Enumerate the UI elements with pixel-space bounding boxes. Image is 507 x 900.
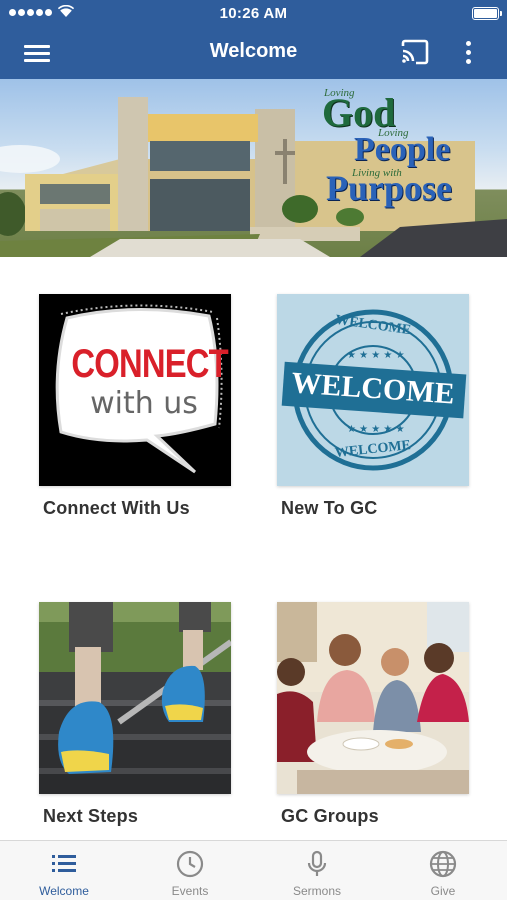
tab-label: Sermons: [292, 884, 342, 898]
gc-groups-image: [277, 602, 469, 794]
cast-icon[interactable]: [400, 39, 430, 65]
bottom-tab-bar: Welcome Events Sermons Give: [0, 840, 507, 900]
tab-label: Events: [171, 884, 209, 898]
navigation-bar: Welcome: [0, 26, 507, 79]
svg-text:★ ★ ★ ★ ★: ★ ★ ★ ★ ★: [347, 424, 405, 435]
tile-connect-with-us[interactable]: CONNECT with us Connect With Us: [39, 294, 231, 519]
status-time: 10:26 AM: [219, 5, 288, 22]
tab-events[interactable]: Events: [127, 841, 253, 900]
more-options-icon[interactable]: [457, 38, 479, 68]
tab-welcome[interactable]: Welcome: [1, 841, 127, 900]
battery-icon: [472, 7, 502, 20]
page-title: Welcome: [209, 40, 298, 62]
banner-line2-big: People: [354, 131, 451, 168]
tab-sermons[interactable]: Sermons: [254, 841, 380, 900]
tile-label: New To GC: [281, 498, 378, 518]
tab-label: Give: [430, 884, 456, 898]
tile-label: Next Steps: [43, 806, 139, 826]
clock-icon: [176, 850, 204, 878]
status-bar: 10:26 AM: [0, 0, 507, 26]
tile-gc-groups[interactable]: GC Groups: [277, 602, 469, 827]
tile-next-steps[interactable]: Next Steps: [39, 602, 231, 827]
tab-give[interactable]: Give: [380, 841, 506, 900]
church-banner: Loving God Loving People Living with Pur…: [0, 79, 507, 257]
microphone-icon: [307, 850, 327, 876]
app-header: 10:26 AM Welcome: [0, 0, 507, 79]
connect-with-us-image: CONNECT with us: [39, 294, 231, 486]
connect-text: CONNECT: [71, 342, 228, 386]
tile-label: GC Groups: [281, 806, 379, 826]
list-icon: [52, 855, 76, 872]
globe-icon: [429, 850, 457, 878]
svg-text:★ ★ ★ ★ ★: ★ ★ ★ ★ ★: [347, 350, 405, 361]
with-us-text: with us: [90, 386, 198, 421]
tile-new-to-gc[interactable]: ★ ★ ★ ★ ★ ★ ★ ★ ★ ★ WELCOME WELCOME WELC…: [277, 294, 469, 519]
welcome-stamp-image: ★ ★ ★ ★ ★ ★ ★ ★ ★ ★ WELCOME WELCOME WELC…: [277, 294, 469, 486]
tab-label: Welcome: [39, 884, 89, 898]
next-steps-image: [39, 602, 231, 794]
tile-label: Connect With Us: [43, 498, 190, 518]
banner-line3-big: Purpose: [326, 168, 452, 208]
